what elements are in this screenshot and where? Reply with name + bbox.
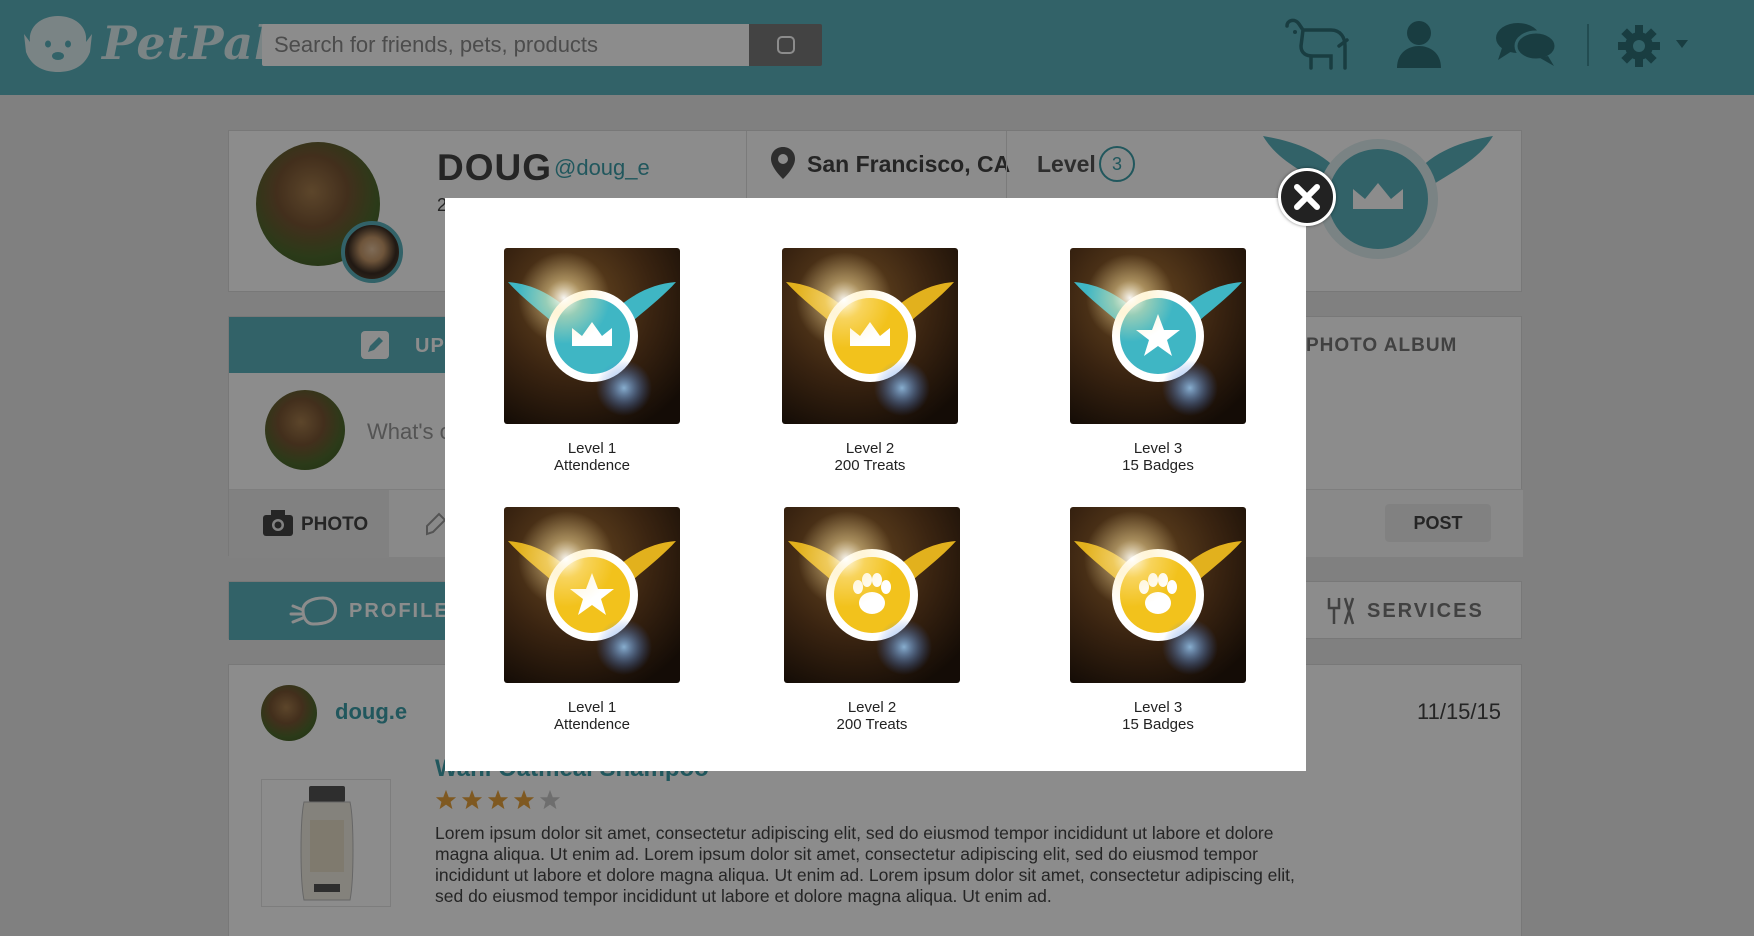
- badge-caption: Level 1 Attendence: [504, 699, 680, 733]
- badge-name: 15 Badges: [1122, 716, 1194, 733]
- badge-level: Level 1: [567, 440, 617, 457]
- badges-modal: Level 1 Attendence Level 2 200 Treats Le…: [445, 198, 1306, 771]
- badge-item[interactable]: Level 2 200 Treats: [784, 507, 960, 733]
- badge-caption: Level 3 15 Badges: [1070, 699, 1246, 733]
- badge-name: Attendence: [554, 716, 630, 733]
- badge-paw-icon: [784, 507, 960, 683]
- badge-level: Level 2: [845, 440, 895, 457]
- badge-item[interactable]: Level 1 Attendence: [504, 248, 680, 474]
- badge-name: 15 Badges: [1122, 457, 1194, 474]
- badge-level: Level 2: [847, 699, 897, 716]
- badge-caption: Level 1 Attendence: [504, 440, 680, 474]
- modal-close-button[interactable]: [1278, 168, 1336, 226]
- badge-name: 200 Treats: [836, 716, 908, 733]
- close-icon: [1294, 184, 1320, 210]
- badge-star-icon: [1070, 248, 1246, 424]
- badge-star-icon: [504, 507, 680, 683]
- badge-name: Attendence: [554, 457, 630, 474]
- badge-crown-icon: [504, 248, 680, 424]
- badge-item[interactable]: Level 3 15 Badges: [1070, 248, 1246, 474]
- badge-level: Level 3: [1133, 440, 1183, 457]
- badge-caption: Level 2 200 Treats: [782, 440, 958, 474]
- badge-paw-icon: [1070, 507, 1246, 683]
- badge-item[interactable]: Level 2 200 Treats: [782, 248, 958, 474]
- badge-item[interactable]: Level 3 15 Badges: [1070, 507, 1246, 733]
- badge-caption: Level 3 15 Badges: [1070, 440, 1246, 474]
- badge-caption: Level 2 200 Treats: [784, 699, 960, 733]
- badge-crown-icon: [782, 248, 958, 424]
- badge-level: Level 3: [1133, 699, 1183, 716]
- badge-item[interactable]: Level 1 Attendence: [504, 507, 680, 733]
- badge-name: 200 Treats: [834, 457, 906, 474]
- badge-level: Level 1: [567, 699, 617, 716]
